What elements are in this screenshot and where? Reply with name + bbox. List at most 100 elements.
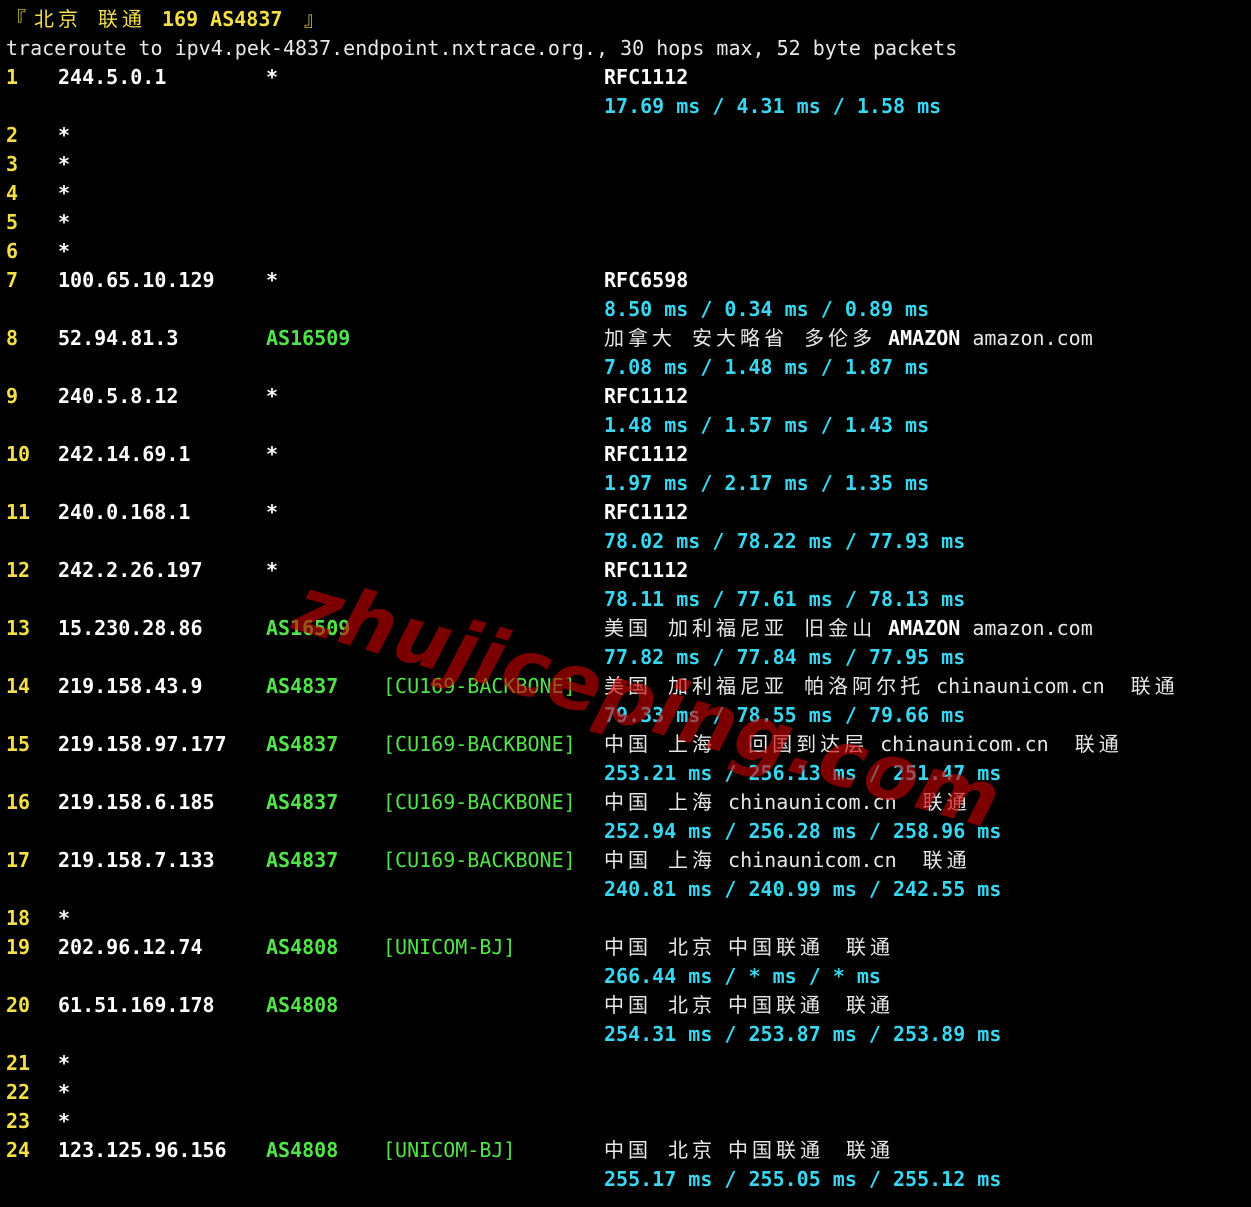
hop-rtt: 1.97 ms / 2.17 ms / 1.35 ms [604,471,930,495]
hop-isp: 联通 [846,1138,895,1162]
hop-rtt: 8.50 ms / 0.34 ms / 0.89 ms [604,297,930,321]
hop-timeout: * [58,239,71,263]
hop-number: 5 [6,210,19,234]
hop-ip: 100.65.10.129 [58,268,215,292]
hop-org: AMAZON [888,616,961,640]
hop-number: 1 [6,65,19,89]
hop-timeout: * [58,1051,71,1075]
hop-number: 9 [6,384,19,408]
hop-ip: 240.5.8.12 [58,384,179,408]
hop-number: 18 [6,906,31,930]
terminal-output: 『 北京 联通 169 AS4837 』 traceroute to ipv4.… [6,0,1251,1207]
hop-tag: [CU169-BACKBONE] [383,848,576,872]
hop-asn: AS16509 [266,616,351,640]
hop-rfc: RFC1112 [604,65,689,89]
hop-geo: 美国 加利福尼亚 帕洛阿尔托 [604,674,925,698]
traceroute-command-line: traceroute to ipv4.pek-4837.endpoint.nxt… [6,34,957,63]
hop-number: 23 [6,1109,31,1133]
hop-geo: 中国 上海 回国到达层 [604,732,869,756]
trace-target-header: 『 北京 联通 169 AS4837 』 [6,5,324,34]
hop-number: 21 [6,1051,31,1075]
hop-tag: [CU169-BACKBONE] [383,790,576,814]
hop-geo: 加拿大 安大略省 多伦多 [604,326,877,350]
hop-tag: [UNICOM-BJ] [383,935,516,959]
hop-ip: 242.2.26.197 [58,558,203,582]
hop-ip: 123.125.96.156 [58,1138,227,1162]
hop-number: 17 [6,848,31,872]
hop-rfc: RFC1112 [604,558,689,582]
hop-ip: 52.94.81.3 [58,326,179,350]
hop-geo: 中国 北京 [604,1138,717,1162]
hop-isp: 联通 [922,790,971,814]
hop-tag: [CU169-BACKBONE] [383,674,576,698]
hop-asn: * [266,268,279,292]
hop-rtt: 79.33 ms / 78.55 ms / 79.66 ms [604,703,966,727]
hop-domain: amazon.com [972,326,1093,350]
hop-domain: chinaunicom.cn [880,732,1049,756]
target-network: 169 AS4837 [162,7,283,31]
hop-rtt: 78.02 ms / 78.22 ms / 77.93 ms [604,529,966,553]
hop-rtt: 78.11 ms / 77.61 ms / 78.13 ms [604,587,966,611]
hop-number: 7 [6,268,19,292]
hop-ip: 219.158.7.133 [58,848,215,872]
hop-asn: AS4837 [266,790,339,814]
hop-rtt: 77.82 ms / 77.84 ms / 77.95 ms [604,645,966,669]
hop-geo: 美国 加利福尼亚 旧金山 [604,616,877,640]
hop-org: 中国联通 [728,1138,825,1162]
hop-domain: chinaunicom.cn [936,674,1105,698]
hop-rfc: RFC1112 [604,442,689,466]
hop-rfc: RFC1112 [604,500,689,524]
hop-rtt: 255.17 ms / 255.05 ms / 255.12 ms [604,1167,1002,1191]
hop-geo: 中国 上海 [604,790,717,814]
hop-rfc: RFC1112 [604,384,689,408]
hop-number: 10 [6,442,31,466]
hop-timeout: * [58,1109,71,1133]
hop-asn: AS4837 [266,732,339,756]
hop-domain: chinaunicom.cn [728,848,897,872]
hop-ip: 219.158.97.177 [58,732,227,756]
hop-isp: 联通 [922,848,971,872]
hop-domain: chinaunicom.cn [728,790,897,814]
hop-timeout: * [58,123,71,147]
hop-ip: 61.51.169.178 [58,993,215,1017]
hop-number: 15 [6,732,31,756]
hop-org: AMAZON [888,326,961,350]
hop-asn: AS4808 [266,1138,339,1162]
hop-asn: * [266,442,279,466]
hop-ip: 240.0.168.1 [58,500,191,524]
hop-number: 8 [6,326,19,350]
hop-isp: 联通 [846,935,895,959]
hop-rfc: RFC6598 [604,268,689,292]
hop-number: 6 [6,239,19,263]
hop-ip: 219.158.6.185 [58,790,215,814]
hop-number: 3 [6,152,19,176]
hop-geo: 中国 上海 [604,848,717,872]
target-location: 北京 联通 [34,7,147,31]
hop-rtt: 252.94 ms / 256.28 ms / 258.96 ms [604,819,1002,843]
hop-ip: 219.158.43.9 [58,674,203,698]
hop-number: 19 [6,935,31,959]
bracket-open: 『 [6,7,26,31]
hop-isp: 联通 [846,993,895,1017]
hop-number: 20 [6,993,31,1017]
hop-asn: AS4808 [266,935,339,959]
hop-asn: AS4837 [266,674,339,698]
hop-org: 中国联通 [728,993,825,1017]
hop-asn: * [266,65,279,89]
hop-ip: 202.96.12.74 [58,935,203,959]
hop-org: 中国联通 [728,935,825,959]
hop-number: 14 [6,674,31,698]
hop-ip: 242.14.69.1 [58,442,191,466]
hop-isp: 联通 [1074,732,1123,756]
hop-number: 16 [6,790,31,814]
hop-geo: 中国 北京 [604,993,717,1017]
hop-rtt: 240.81 ms / 240.99 ms / 242.55 ms [604,877,1002,901]
hop-number: 13 [6,616,31,640]
hop-tag: [UNICOM-BJ] [383,1138,516,1162]
hop-asn: AS4837 [266,848,339,872]
traceroute-command: traceroute to ipv4.pek-4837.endpoint.nxt… [6,36,958,60]
hop-rtt: 17.69 ms / 4.31 ms / 1.58 ms [604,94,942,118]
hop-rtt: 266.44 ms / * ms / * ms [604,964,881,988]
hop-asn: AS16509 [266,326,351,350]
hop-tag: [CU169-BACKBONE] [383,732,576,756]
